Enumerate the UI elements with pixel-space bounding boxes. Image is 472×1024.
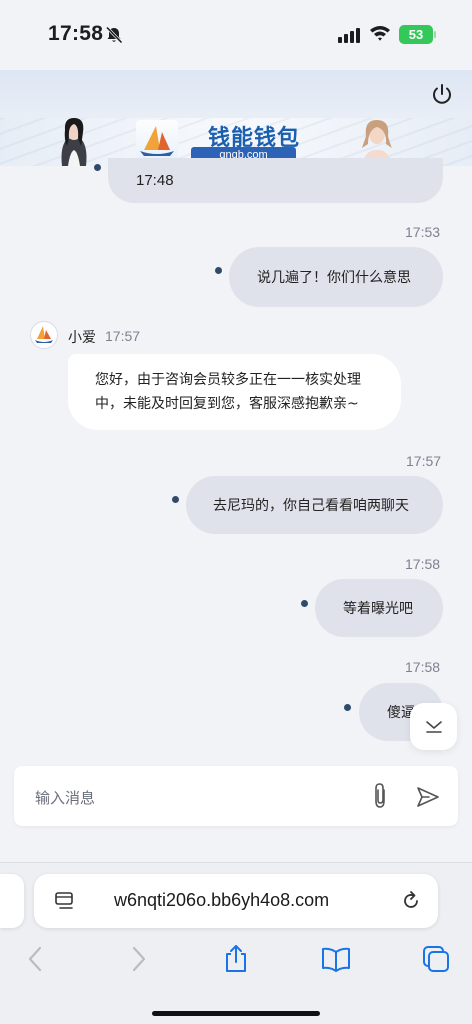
message-input[interactable]: 输入消息 [14, 766, 458, 826]
message-text: 说几遍了！你们什么意思 [257, 270, 411, 286]
message-bubble-out: 说几遍了！你们什么意思 [229, 247, 443, 307]
reload-icon[interactable] [400, 890, 422, 912]
chevron-down-icon [425, 720, 442, 733]
bell-slash-icon [105, 26, 123, 44]
message-input-placeholder: 输入消息 [35, 789, 96, 807]
message-status-dot [215, 267, 222, 274]
battery-level: 53 [408, 27, 424, 42]
message-timestamp: 17:53 [405, 224, 441, 240]
page-menu-icon[interactable] [54, 890, 76, 912]
wifi-icon [370, 26, 390, 41]
home-indicator [152, 1011, 320, 1016]
url-text: w6nqti206o.bb6yh4o8.com [114, 890, 330, 910]
message-text: 去尼玛的，你自己看看咱两聊天 [213, 498, 409, 514]
message-status-dot [172, 496, 179, 503]
message-status-dot [344, 704, 351, 711]
message-text: 等着曝光吧 [343, 601, 413, 617]
chat-header [0, 70, 472, 118]
previous-tab[interactable] [0, 874, 24, 928]
scroll-to-bottom-button[interactable] [410, 703, 457, 750]
send-icon[interactable] [415, 784, 441, 810]
message-status-dot [301, 600, 308, 607]
share-icon[interactable] [220, 943, 252, 975]
message-bubble-out: 去尼玛的，你自己看看咱两聊天 [186, 476, 443, 534]
message-bubble-out: 17:48 [108, 158, 443, 203]
address-bar[interactable]: w6nqti206o.bb6yh4o8.com [34, 874, 438, 928]
tabs-icon[interactable] [420, 943, 452, 975]
back-icon[interactable] [20, 943, 52, 975]
power-icon[interactable] [430, 82, 454, 106]
status-bar: 17:58 53 [0, 0, 472, 70]
message-bubble-in: 您好，由于咨询会员较多正在一一核实处理中，未能及时回复到您，客服深感抱歉亲~ [68, 354, 401, 430]
battery-indicator: 53 [399, 25, 436, 44]
browser-toolbar: w6nqti206o.bb6yh4o8.com [0, 862, 472, 1024]
message-timestamp: 17:58 [405, 556, 441, 572]
banner-model-left [61, 118, 87, 166]
paperclip-icon[interactable] [369, 782, 391, 810]
bookmarks-icon[interactable] [320, 943, 352, 975]
message-timestamp: 17:58 [405, 659, 441, 675]
message-bubble-out: 等着曝光吧 [315, 579, 443, 637]
agent-avatar [30, 321, 58, 349]
status-time: 17:58 [48, 22, 104, 45]
message-timestamp: 17:57 [406, 453, 442, 469]
forward-icon[interactable] [122, 943, 154, 975]
message-status-dot [94, 164, 101, 171]
cellular-signal-icon [338, 28, 360, 43]
sender-name: 小爱 [68, 330, 96, 346]
message-text: 17:48 [136, 172, 174, 189]
message-timestamp: 17:57 [105, 328, 141, 344]
message-text: 您好，由于咨询会员较多正在一一核实处理中，未能及时回复到您，客服深感抱歉亲~ [95, 372, 361, 412]
